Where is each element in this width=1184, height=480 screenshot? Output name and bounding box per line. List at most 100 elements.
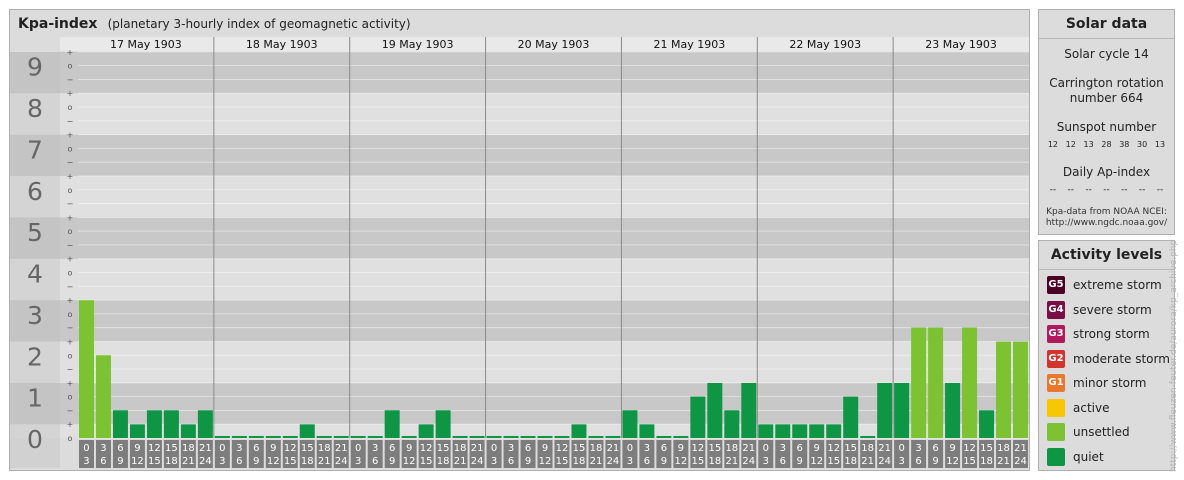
kp-bar xyxy=(95,355,111,438)
kp-bar xyxy=(316,436,332,438)
hour-label-end: 15 xyxy=(827,456,840,467)
day-label: 23 May 1903 xyxy=(925,38,997,51)
kp-bar xyxy=(1013,341,1028,438)
hour-label-end: 3 xyxy=(355,456,361,467)
kp-bar xyxy=(520,436,536,438)
minor-tick-mark: o xyxy=(68,434,73,443)
hour-label-start: 18 xyxy=(861,443,874,454)
day-label: 19 May 1903 xyxy=(382,38,454,51)
hour-label-end: 12 xyxy=(674,456,687,467)
hour-label-start: 18 xyxy=(590,443,603,454)
hour-label-end: 21 xyxy=(861,456,874,467)
kp-bar xyxy=(928,327,944,438)
sunspot-number-title: Sunspot number xyxy=(1056,120,1157,134)
hour-label-start: 21 xyxy=(742,443,755,454)
hour-label-end: 6 xyxy=(644,456,650,467)
legend-swatch: G1 xyxy=(1047,374,1065,392)
sunspot-value: 13 xyxy=(1154,140,1166,149)
kp-bar xyxy=(486,436,502,438)
source-watermark: http://www.fleuzen-feuter.de/aurora/kp_a… xyxy=(1169,239,1179,472)
legend-item-severe-storm: G4 severe storm xyxy=(1047,300,1152,320)
kp-bar xyxy=(826,424,842,438)
kp-bar xyxy=(214,436,230,438)
hour-label-start: 6 xyxy=(525,443,531,454)
kp-band-5 xyxy=(10,217,1029,259)
kp-bar xyxy=(469,436,485,438)
hour-label-end: 3 xyxy=(83,456,89,467)
hour-label-start: 9 xyxy=(949,443,955,454)
ap-index-value: -- xyxy=(1085,185,1092,195)
kp-bar xyxy=(571,424,587,438)
kp-bar xyxy=(860,436,876,438)
data-source-label: Kpa-data from NOAA NCEI: xyxy=(1046,207,1167,217)
hour-label-start: 0 xyxy=(355,443,361,454)
hour-label-start: 12 xyxy=(420,443,433,454)
activity-levels-legend: Activity levels G5 extreme storm G4 severe … xyxy=(1038,240,1175,471)
kp-bar xyxy=(112,410,128,438)
kp-bar xyxy=(690,396,706,438)
hour-label-end: 3 xyxy=(763,456,769,467)
hour-label-end: 21 xyxy=(725,456,738,467)
hour-label-start: 0 xyxy=(83,443,89,454)
hour-label-end: 18 xyxy=(573,456,586,467)
minor-tick-mark: o xyxy=(68,393,73,402)
hour-label-start: 6 xyxy=(253,443,259,454)
hour-label-end: 6 xyxy=(915,456,921,467)
hour-label-end: 9 xyxy=(932,456,938,467)
solar-cycle: Solar cycle 14 xyxy=(1064,47,1149,61)
legend-swatch xyxy=(1047,447,1065,466)
kp-bar xyxy=(979,410,995,438)
legend-swatch xyxy=(1047,398,1065,417)
day-label: 20 May 1903 xyxy=(518,38,590,51)
hour-label-start: 9 xyxy=(406,443,412,454)
hour-label-end: 6 xyxy=(372,456,378,467)
hour-label-end: 3 xyxy=(219,456,225,467)
kp-bar xyxy=(180,424,196,438)
minor-tick-mark: − xyxy=(67,241,74,250)
hour-label-end: 18 xyxy=(844,456,857,467)
kp-bar xyxy=(741,382,757,438)
kp-bar xyxy=(673,436,689,438)
ap-index-value: -- xyxy=(1049,185,1057,195)
hour-label-start: 15 xyxy=(708,443,721,454)
kp-band-6 xyxy=(10,175,1029,218)
legend-label: extreme storm xyxy=(1073,278,1162,292)
kp-bar xyxy=(996,341,1012,438)
hour-label-start: 9 xyxy=(542,443,548,454)
ap-index-value: -- xyxy=(1103,185,1110,195)
kp-band-3 xyxy=(10,300,1029,342)
hour-label-end: 12 xyxy=(946,456,959,467)
minor-tick-mark: o xyxy=(68,144,73,153)
hour-label-start: 15 xyxy=(301,443,314,454)
kp-bar xyxy=(435,410,451,438)
kp-bar xyxy=(877,382,893,438)
data-source-link[interactable]: http://www.ngdc.noaa.gov/ xyxy=(1039,218,1174,229)
kp-bar xyxy=(622,410,638,438)
hour-label-start: 12 xyxy=(148,443,161,454)
day-label: 18 May 1903 xyxy=(246,38,318,51)
minor-tick-mark: + xyxy=(67,48,74,57)
hour-label-end: 24 xyxy=(742,456,755,467)
hour-label-end: 24 xyxy=(1014,456,1027,467)
minor-tick-mark: o xyxy=(68,62,73,71)
kp-bar xyxy=(554,436,570,438)
hour-label-start: 0 xyxy=(763,443,769,454)
hour-label-end: 9 xyxy=(525,456,531,467)
minor-tick-mark: + xyxy=(67,89,74,98)
y-tick-label: 9 xyxy=(27,53,43,82)
hour-label-end: 21 xyxy=(454,456,467,467)
hour-label-end: 18 xyxy=(301,456,314,467)
hour-label-end: 24 xyxy=(607,456,620,467)
y-tick-label: 3 xyxy=(27,301,43,330)
hour-label-start: 9 xyxy=(134,443,140,454)
hour-label-start: 3 xyxy=(508,443,514,454)
legend-label: severe storm xyxy=(1073,302,1152,317)
hour-label-end: 3 xyxy=(627,456,633,467)
kp-bar xyxy=(503,436,519,438)
hour-label-start: 18 xyxy=(997,443,1010,454)
hour-label-end: 9 xyxy=(661,456,667,467)
solar-data-panel: Solar data Solar cycle 14 Carrington rot… xyxy=(1038,9,1175,235)
legend-label: active xyxy=(1073,400,1110,415)
sunspot-value: 30 xyxy=(1137,140,1148,149)
hour-label-start: 15 xyxy=(980,443,993,454)
